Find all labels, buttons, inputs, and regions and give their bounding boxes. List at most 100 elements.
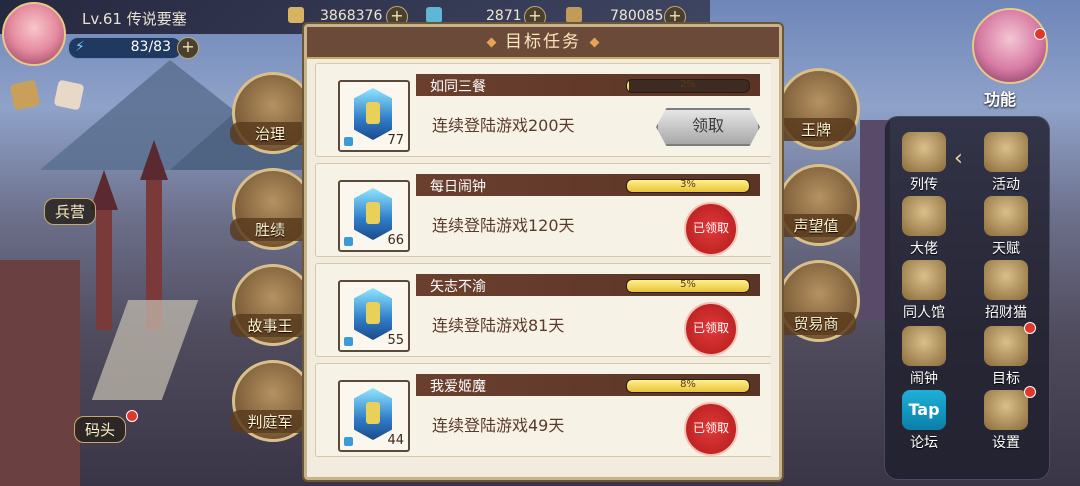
task-card: 44 我爱姬魔 8% 连续登陆游戏49天 已领取 — [315, 363, 771, 457]
task-name-bar: 我爱姬魔 8% — [416, 374, 760, 396]
task-name: 如同三餐 — [430, 79, 486, 95]
food-amount: 780085 — [610, 8, 664, 24]
barracks-button[interactable]: 兵营 — [44, 198, 97, 225]
menu-bigshot[interactable]: 大佬 — [894, 196, 954, 258]
menu-bigshot-label: 大佬 — [910, 241, 938, 257]
task-name: 每日闹钟 — [430, 179, 486, 195]
dialog-title: 目标任务 — [505, 32, 581, 52]
menu-biography[interactable]: 列传 — [894, 132, 954, 194]
task-description: 连续登陆游戏49天 — [432, 416, 565, 435]
menu-lucky-cat-label: 招财猫 — [985, 305, 1027, 321]
menu-settings[interactable]: 设置 — [976, 390, 1036, 452]
task-description: 连续登陆游戏120天 — [432, 216, 575, 235]
notification-dot — [1024, 322, 1036, 334]
dock-button[interactable]: 码头 — [74, 416, 127, 443]
target-icon — [984, 326, 1028, 366]
menu-fan-hall[interactable]: 同人馆 — [894, 260, 954, 322]
gold-icon — [288, 7, 304, 23]
menu-goal[interactable]: 目标 — [976, 326, 1036, 388]
talent-icon — [984, 196, 1028, 236]
player-avatar[interactable] — [2, 2, 66, 66]
lucky-cat-icon — [984, 260, 1028, 300]
reward-count: 44 — [387, 433, 404, 448]
menu-alarm-label: 闹钟 — [910, 371, 938, 387]
task-progress-bar: 8% — [626, 379, 750, 393]
energy-value: 83/83 — [130, 39, 171, 55]
menu-forum[interactable]: Tap 论坛 — [894, 390, 954, 452]
item-type-icon — [344, 337, 353, 346]
item-type-icon — [344, 237, 353, 246]
collapse-chevron-icon[interactable]: ‹ — [954, 146, 963, 171]
gem-amount: 2871 — [486, 8, 522, 24]
hall-icon — [902, 260, 946, 300]
court-label: 判庭军 — [230, 410, 310, 433]
diamond-ornament-icon — [589, 37, 600, 48]
reward-item[interactable]: 66 — [338, 180, 410, 252]
clock-icon — [902, 326, 946, 366]
task-progress-bar: 2% — [626, 79, 750, 93]
scroll-icon[interactable] — [9, 79, 41, 111]
governance-label: 治理 — [230, 122, 310, 145]
menu-talent[interactable]: 天赋 — [976, 196, 1036, 258]
reward-item[interactable]: 55 — [338, 280, 410, 352]
menu-settings-label: 设置 — [992, 435, 1020, 451]
book-icon — [902, 132, 946, 172]
reward-count: 77 — [387, 133, 404, 148]
crown-icon — [902, 196, 946, 236]
dice-icon[interactable] — [53, 79, 85, 111]
trader-label: 贸易商 — [776, 312, 856, 335]
task-progress-text: 5% — [680, 279, 696, 290]
gear-icon — [984, 390, 1028, 430]
reward-count: 55 — [387, 333, 404, 348]
task-progress-text: 2% — [680, 79, 696, 90]
task-card: 66 每日闹钟 3% 连续登陆游戏120天 已领取 — [315, 163, 771, 257]
menu-events-label: 活动 — [992, 177, 1020, 193]
tap-forum-icon: Tap — [902, 390, 946, 430]
menu-biography-label: 列传 — [910, 177, 938, 193]
add-energy-button[interactable]: + — [177, 37, 199, 59]
function-menu-avatar[interactable] — [972, 8, 1048, 84]
claimed-stamp: 已领取 — [684, 202, 738, 256]
menu-goal-label: 目标 — [992, 371, 1020, 387]
menu-fan-hall-label: 同人馆 — [903, 305, 945, 321]
building-decoration — [0, 260, 80, 486]
claimed-stamp: 已领取 — [684, 302, 738, 356]
task-progress-bar: 3% — [626, 179, 750, 193]
task-progress-text: 3% — [680, 179, 696, 190]
gold-amount: 3868376 — [320, 8, 383, 24]
reward-item[interactable]: 44 — [338, 380, 410, 452]
crystal-icon — [354, 388, 392, 440]
task-name-bar: 每日闹钟 3% — [416, 174, 760, 196]
gem-icon — [426, 7, 442, 23]
menu-lucky-cat[interactable]: 招财猫 — [976, 260, 1036, 322]
task-card: 77 如同三餐 2% 连续登陆游戏200天 领取 — [315, 63, 771, 157]
player-level-title: Lv.61 传说要塞 — [82, 10, 187, 28]
food-icon — [566, 7, 582, 23]
task-description: 连续登陆游戏200天 — [432, 116, 575, 135]
claim-button[interactable]: 领取 — [656, 108, 760, 146]
tower-decoration — [96, 210, 112, 330]
lightning-icon: ⚡ — [75, 39, 85, 55]
energy-bar: ⚡ 83/83 — [68, 37, 182, 59]
item-type-icon — [344, 137, 353, 146]
menu-events[interactable]: 活动 — [976, 132, 1036, 194]
crystal-icon — [354, 88, 392, 140]
task-name-bar: 如同三餐 2% — [416, 74, 760, 96]
item-type-icon — [344, 437, 353, 446]
notification-dot — [1034, 28, 1046, 40]
task-name-bar: 矢志不渝 5% — [416, 274, 760, 296]
menu-alarm[interactable]: 闹钟 — [894, 326, 954, 388]
reputation-label: 声望值 — [776, 214, 856, 237]
menu-forum-label: 论坛 — [910, 435, 938, 451]
function-label: 功能 — [984, 90, 1017, 109]
reward-count: 66 — [387, 233, 404, 248]
crystal-icon — [354, 288, 392, 340]
storyteller-label: 故事王 — [230, 314, 310, 337]
crystal-icon — [354, 188, 392, 240]
task-name: 矢志不渝 — [430, 279, 486, 295]
task-list[interactable]: 77 如同三餐 2% 连续登陆游戏200天 领取 66 每日闹钟 3% 连续登陆… — [315, 63, 771, 477]
reward-item[interactable]: 77 — [338, 80, 410, 152]
task-card: 55 矢志不渝 5% 连续登陆游戏81天 已领取 — [315, 263, 771, 357]
menu-talent-label: 天赋 — [992, 241, 1020, 257]
task-progress-bar: 5% — [626, 279, 750, 293]
